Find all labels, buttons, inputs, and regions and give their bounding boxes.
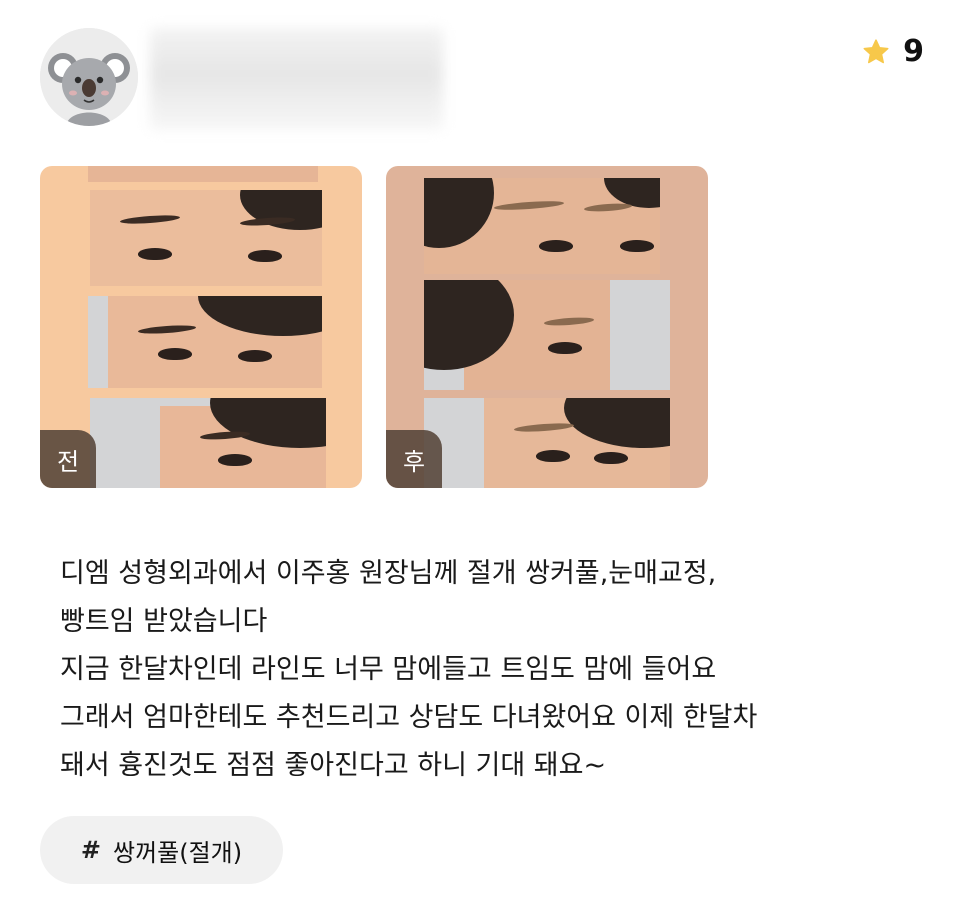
- review-line: 그래서 엄마한테도 추천드리고 상담도 다녀왔어요 이제 한달차: [60, 702, 758, 733]
- username-blurred: [150, 28, 443, 130]
- review-line: 디엠 성형외과에서 이주홍 원장님께 절개 쌍커풀,눈매교정,: [60, 558, 717, 589]
- before-photo[interactable]: 전: [40, 166, 362, 488]
- review-line: 빵트임 받았습니다: [60, 606, 268, 637]
- koala-avatar-icon: [40, 28, 138, 126]
- review-text: 디엠 성형외과에서 이주홍 원장님께 절개 쌍커풀,눈매교정, 빵트임 받았습니…: [60, 550, 940, 790]
- tag-chip[interactable]: # 쌍꺼풀(절개): [40, 816, 283, 884]
- after-photo[interactable]: 후: [386, 166, 708, 488]
- review-line: 지금 한달차인데 라인도 너무 맘에들고 트임도 맘에 들어요: [60, 654, 717, 685]
- avatar[interactable]: [40, 28, 138, 126]
- star-icon: [861, 37, 891, 67]
- tag-label: 쌍꺼풀(절개): [112, 838, 243, 867]
- review-line: 돼서 흉진것도 점점 좋아진다고 하니 기대 돼요~: [60, 750, 607, 781]
- before-badge: 전: [40, 430, 96, 488]
- rating: 9: [861, 34, 924, 70]
- after-badge: 후: [386, 430, 442, 488]
- rating-value: 9: [903, 34, 924, 69]
- hash-icon: #: [80, 836, 101, 864]
